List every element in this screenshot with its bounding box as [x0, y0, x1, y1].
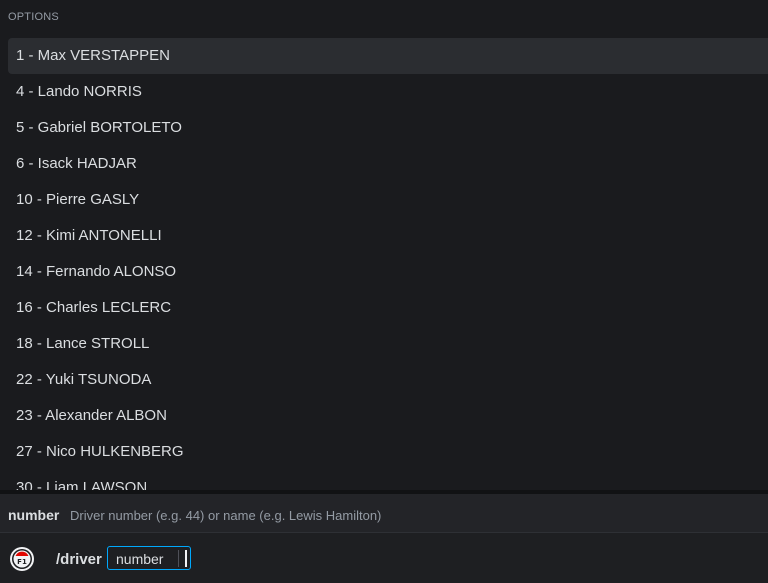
- option-item[interactable]: 27 - Nico HULKENBERG: [8, 434, 768, 470]
- parameter-name: number: [8, 507, 60, 523]
- option-item[interactable]: 23 - Alexander ALBON: [8, 398, 768, 434]
- command-input-bar: F1 /driver number: [0, 533, 768, 583]
- option-item[interactable]: 18 - Lance STROLL: [8, 326, 768, 362]
- option-item[interactable]: 5 - Gabriel BORTOLETO: [8, 110, 768, 146]
- option-item[interactable]: 4 - Lando NORRIS: [8, 74, 768, 110]
- options-panel: OPTIONS 1 - Max VERSTAPPEN 4 - Lando NOR…: [0, 0, 768, 490]
- option-item[interactable]: 10 - Pierre GASLY: [8, 182, 768, 218]
- option-pill-label: number: [116, 551, 164, 567]
- svg-text:F1: F1: [17, 558, 27, 566]
- option-item[interactable]: 14 - Fernando ALONSO: [8, 254, 768, 290]
- option-item[interactable]: 22 - Yuki TSUNODA: [8, 362, 768, 398]
- options-header: OPTIONS: [8, 11, 59, 23]
- option-pill-divider: [178, 550, 179, 567]
- option-item[interactable]: 16 - Charles LECLERC: [8, 290, 768, 326]
- command-option-input[interactable]: number: [107, 546, 191, 570]
- options-list: 1 - Max VERSTAPPEN 4 - Lando NORRIS 5 - …: [8, 38, 768, 490]
- option-item[interactable]: 1 - Max VERSTAPPEN: [8, 38, 768, 74]
- option-item[interactable]: 30 - Liam LAWSON: [8, 470, 768, 490]
- parameter-description: Driver number (e.g. 44) or name (e.g. Le…: [70, 508, 382, 523]
- option-item[interactable]: 12 - Kimi ANTONELLI: [8, 218, 768, 254]
- parameter-hint-bar: number Driver number (e.g. 44) or name (…: [0, 494, 768, 533]
- option-item[interactable]: 6 - Isack HADJAR: [8, 146, 768, 182]
- text-caret: [185, 550, 187, 567]
- f1-logo-icon: F1: [10, 547, 34, 571]
- command-name: /driver: [56, 551, 102, 568]
- slash-command-autocomplete: OPTIONS 1 - Max VERSTAPPEN 4 - Lando NOR…: [0, 0, 768, 583]
